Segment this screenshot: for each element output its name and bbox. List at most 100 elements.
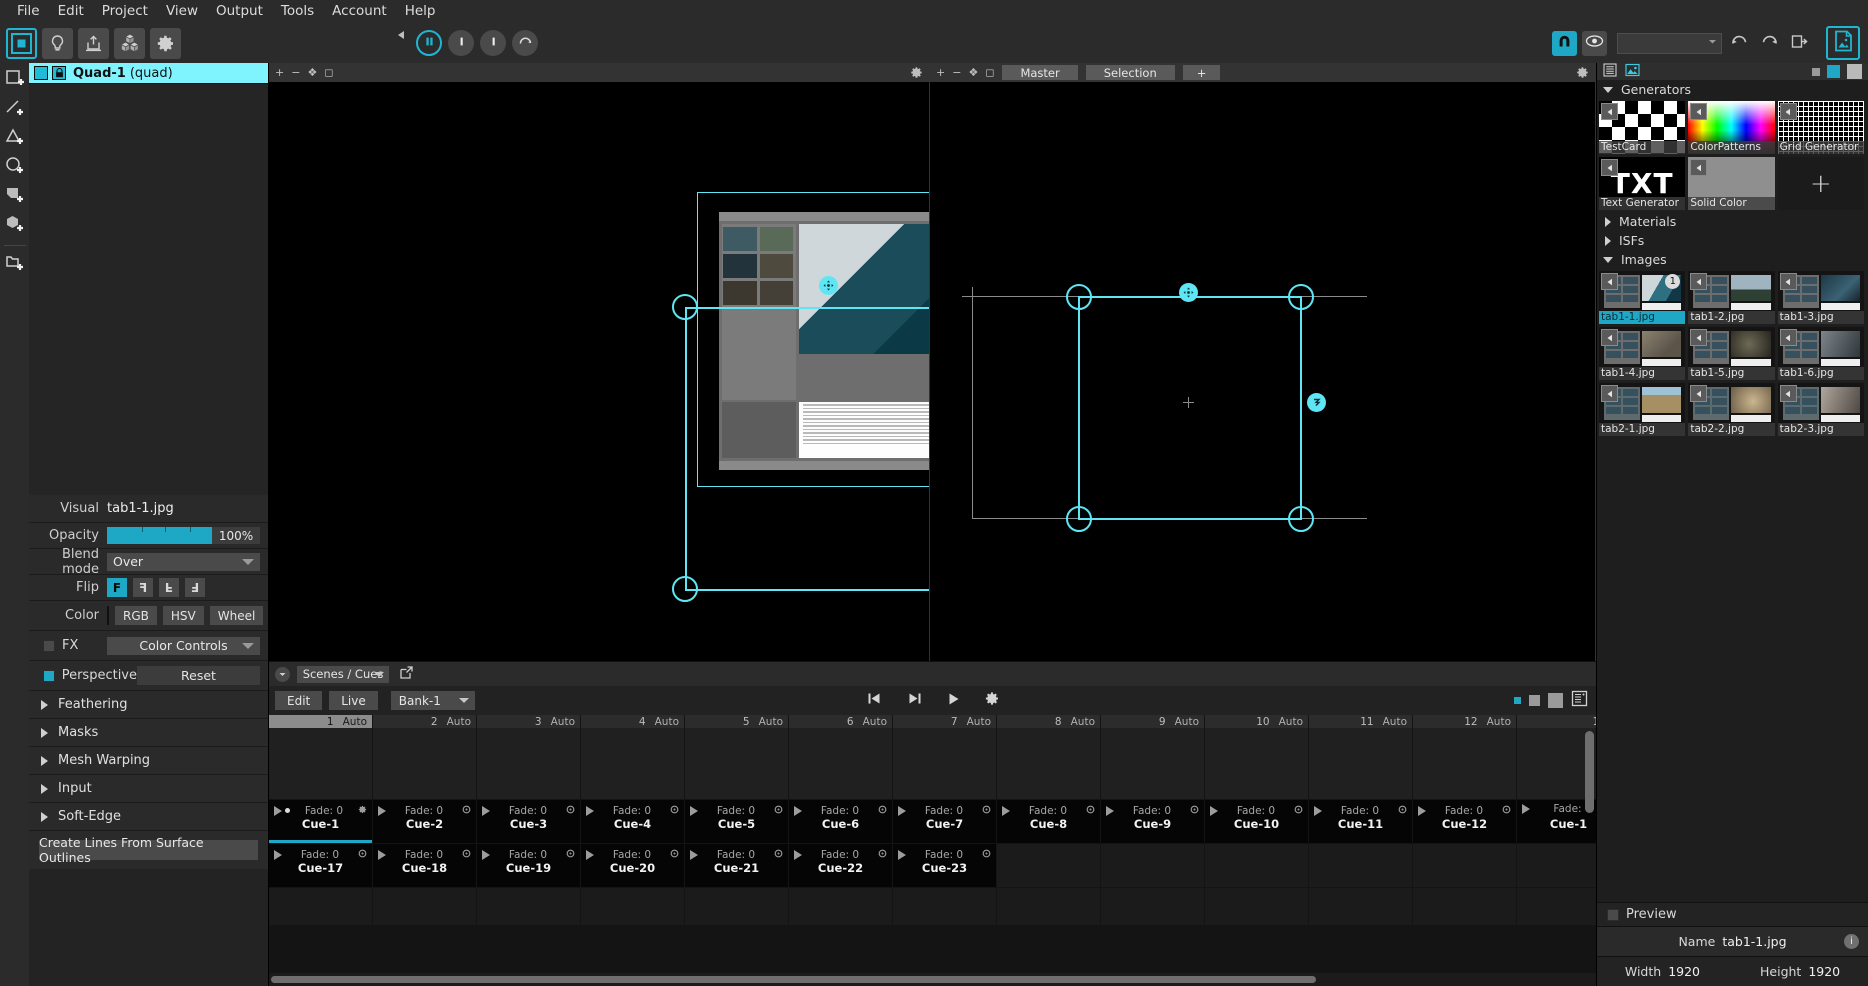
cue-settings-gear-icon[interactable] [984, 691, 999, 710]
objects-tool-button[interactable] [114, 27, 145, 59]
move-handle-badge[interactable] [1179, 283, 1198, 302]
cue-cell[interactable]: Fade: 0 Cue-12 [1413, 800, 1517, 844]
play-preview-icon[interactable] [1779, 273, 1797, 290]
library-tile-tab1-2[interactable]: tab1-2.jpg [1688, 271, 1775, 324]
quad-handle-top-right[interactable] [1288, 284, 1314, 310]
cue-empty-cell[interactable] [893, 888, 997, 926]
export-button[interactable] [1787, 31, 1812, 56]
bank-dropdown[interactable]: Bank-1 [390, 691, 475, 710]
menu-item-tools[interactable]: Tools [272, 0, 323, 23]
cue-play-icon[interactable] [1418, 805, 1426, 816]
menu-item-help[interactable]: Help [396, 0, 445, 23]
info-icon[interactable]: i [1844, 934, 1859, 949]
actual-size-icon[interactable]: ◻ [985, 66, 994, 79]
quad-handle-top-left[interactable] [1066, 284, 1092, 310]
cue-column-header[interactable]: 10 Auto [1205, 715, 1309, 728]
scenes-collapse-button[interactable] [275, 666, 290, 682]
cue-cell[interactable]: Fade: 0 Cue-20 [581, 844, 685, 888]
cue-empty-cell[interactable] [477, 728, 581, 800]
play-preview-icon[interactable] [1601, 385, 1618, 402]
color-mode-hsv-button[interactable]: HSV [162, 606, 204, 625]
lock-icon[interactable] [52, 66, 66, 80]
library-tile-tab2-1[interactable]: tab2-1.jpg [1599, 383, 1686, 436]
add-quad-tool[interactable] [2, 67, 28, 95]
cue-gear-icon[interactable] [670, 803, 679, 818]
cue-empty-cell[interactable] [1309, 844, 1413, 888]
cue-gear-icon[interactable] [878, 847, 887, 862]
view-indicator-small[interactable] [1514, 697, 1521, 704]
library-tile-tab1-1[interactable]: 1 tab1-1.jpg [1599, 271, 1686, 324]
add-triangle-tool[interactable] [2, 125, 28, 153]
cue-cell[interactable]: Fade: 0 Cue-4 [581, 800, 685, 844]
play-preview-icon[interactable] [1779, 329, 1797, 346]
cue-play-icon[interactable] [586, 805, 594, 816]
cue-empty-cell[interactable] [1413, 844, 1517, 888]
skip-end-button[interactable] [906, 692, 922, 709]
magnet-snap-button[interactable] [1552, 30, 1577, 56]
cue-play-icon[interactable] [794, 805, 802, 816]
cue-gear-icon[interactable] [1086, 803, 1095, 818]
cue-forward-button[interactable] [480, 30, 506, 56]
section-soft-edge[interactable]: Soft-Edge [29, 803, 268, 831]
perspective-checkbox[interactable] [43, 669, 55, 682]
cue-empty-cell[interactable] [1517, 888, 1596, 926]
fx-checkbox[interactable] [43, 639, 55, 652]
library-group-generators[interactable]: Generators [1597, 80, 1868, 99]
zoom-out-icon[interactable]: − [291, 66, 300, 79]
light-tool-button[interactable] [42, 27, 73, 59]
tab-selection[interactable]: Selection [1085, 65, 1175, 80]
play-preview-icon[interactable] [1601, 329, 1618, 346]
cue-back-button[interactable] [448, 30, 474, 56]
scenes-cues-dropdown[interactable]: Scenes / Cues [297, 665, 389, 683]
cue-column-header[interactable]: 9 Auto [1101, 715, 1205, 728]
cue-gear-icon[interactable] [982, 803, 991, 818]
cue-empty-cell[interactable] [373, 888, 477, 926]
play-preview-icon[interactable] [1601, 159, 1618, 176]
cue-empty-cell[interactable] [1205, 888, 1309, 926]
add-mesh-tool[interactable] [2, 212, 28, 240]
add-circle-tool[interactable] [2, 154, 28, 182]
edit-button[interactable]: Edit [275, 691, 323, 710]
cue-play-icon[interactable] [482, 849, 490, 860]
settings-tool-button[interactable] [150, 27, 181, 59]
cue-cell[interactable]: Fade: 0 Cue-23 [893, 844, 997, 888]
cue-empty-cell[interactable] [581, 728, 685, 800]
cue-empty-cell[interactable] [373, 728, 477, 800]
cue-empty-cell[interactable] [685, 888, 789, 926]
cue-play-icon[interactable] [378, 849, 386, 860]
preview-checkbox[interactable] [1607, 908, 1619, 921]
cue-column-header[interactable]: 8 Auto [997, 715, 1101, 728]
rotate-handle-badge[interactable] [1307, 393, 1326, 412]
view-indicator-large[interactable] [1548, 693, 1563, 708]
cue-column-header[interactable]: 13 [1517, 715, 1596, 728]
cue-empty-cell[interactable] [997, 888, 1101, 926]
library-view-small[interactable] [1812, 67, 1820, 76]
cue-horizontal-scroll-thumb[interactable] [271, 976, 1316, 983]
flip-horizontal-button[interactable]: F [133, 578, 153, 597]
section-feathering[interactable]: Feathering [29, 691, 268, 719]
cue-column-header[interactable]: 2 Auto [373, 715, 477, 728]
layer-list[interactable] [29, 83, 268, 495]
cue-play-icon[interactable] [1106, 805, 1114, 816]
output-tool-button[interactable] [78, 27, 109, 59]
cue-gear-icon[interactable] [1398, 803, 1407, 818]
opacity-value[interactable]: 100% [212, 527, 260, 544]
cue-list-view-button[interactable] [1571, 690, 1588, 711]
library-tile-tab2-3[interactable]: tab2-3.jpg [1777, 383, 1864, 436]
preview-eye-button[interactable] [1582, 30, 1607, 56]
cue-gear-icon[interactable] [462, 847, 471, 862]
zoom-in-icon[interactable]: + [275, 66, 284, 79]
cue-empty-cell[interactable] [789, 728, 893, 800]
flip-none-button[interactable]: F [107, 578, 127, 597]
cue-cell[interactable]: Fade: 0 Cue-7 [893, 800, 997, 844]
section-input[interactable]: Input [29, 775, 268, 803]
zoom-out-icon[interactable]: − [952, 66, 961, 79]
cue-empty-cell[interactable] [1517, 844, 1596, 888]
cue-empty-cell[interactable] [1205, 728, 1309, 800]
cue-cell[interactable]: Fade: 0 Cue-8 [997, 800, 1101, 844]
cue-cell[interactable]: Fade: 0 Cue-1 [269, 800, 373, 844]
cue-gear-icon[interactable] [670, 847, 679, 862]
cue-gear-icon[interactable] [358, 803, 367, 818]
cue-play-icon[interactable] [1314, 805, 1322, 816]
play-button[interactable] [946, 692, 960, 710]
